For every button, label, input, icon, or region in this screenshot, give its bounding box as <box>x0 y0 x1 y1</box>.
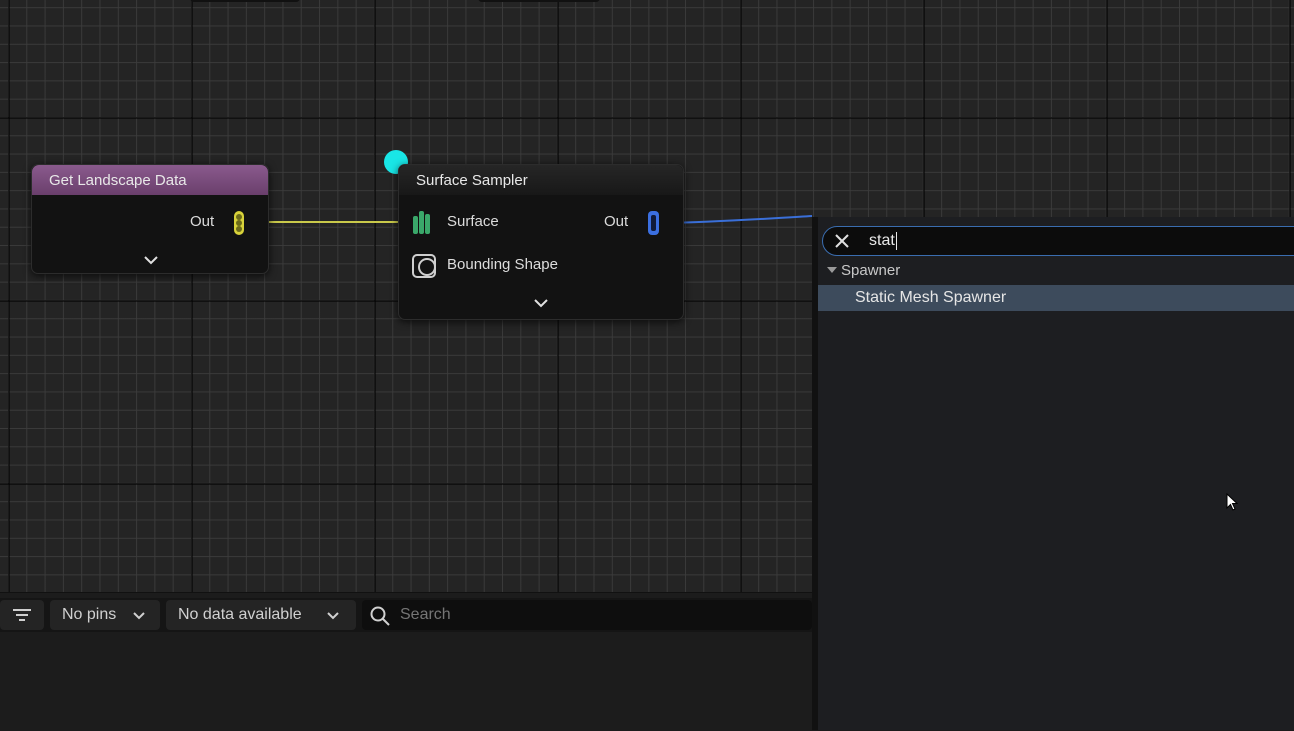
search-icon <box>370 606 390 626</box>
category-label: Spawner <box>841 262 901 279</box>
node-search-popup: stat Spawner Static Mesh Spawner <box>812 217 1294 730</box>
debug-search-input[interactable] <box>398 603 802 627</box>
result-label: Static Mesh Spawner <box>855 289 1007 306</box>
category-spawner[interactable]: Spawner <box>826 262 900 279</box>
chevron-down-icon <box>327 612 339 620</box>
bounding-shape-pin-icon[interactable] <box>411 253 439 281</box>
out-pin-label: Out <box>604 213 629 230</box>
pins-dropdown-label: No pins <box>62 606 117 623</box>
node-title: Get Landscape Data <box>32 165 268 195</box>
search-value: stat <box>869 232 897 250</box>
node-search-input[interactable]: stat <box>822 226 1294 256</box>
out-pin-label: Out <box>190 213 215 230</box>
points-output-pin-icon[interactable] <box>645 209 663 237</box>
surface-pin-label: Surface <box>447 213 499 230</box>
clear-search-icon[interactable] <box>832 231 852 251</box>
data-dropdown-label: No data available <box>178 606 302 623</box>
result-static-mesh-spawner[interactable]: Static Mesh Spawner <box>818 285 1294 311</box>
debug-panel: No pins No data available <box>0 592 812 731</box>
mouse-cursor-icon <box>1226 493 1239 511</box>
node-title: Surface Sampler <box>399 165 683 195</box>
filter-icon <box>13 609 31 621</box>
debug-toolbar: No pins No data available <box>0 598 812 632</box>
expand-chevron-icon[interactable] <box>532 297 550 309</box>
expand-chevron-icon[interactable] <box>142 254 160 266</box>
node-surface-sampler[interactable]: Surface Sampler Surface Out Bounding Sha… <box>398 164 684 320</box>
bounding-shape-pin-label: Bounding Shape <box>447 256 558 273</box>
chevron-down-icon <box>133 612 145 620</box>
data-dropdown[interactable]: No data available <box>166 600 356 630</box>
landscape-pin-icon[interactable] <box>231 209 247 237</box>
collapse-arrow-icon <box>827 267 837 273</box>
debug-search-box[interactable] <box>362 600 812 630</box>
node-get-landscape-data[interactable]: Get Landscape Data Out <box>31 164 269 274</box>
filter-button[interactable] <box>0 600 44 630</box>
pins-dropdown[interactable]: No pins <box>50 600 160 630</box>
wire-sampler-out[interactable] <box>663 215 812 224</box>
surface-input-pin-icon[interactable] <box>411 208 435 236</box>
